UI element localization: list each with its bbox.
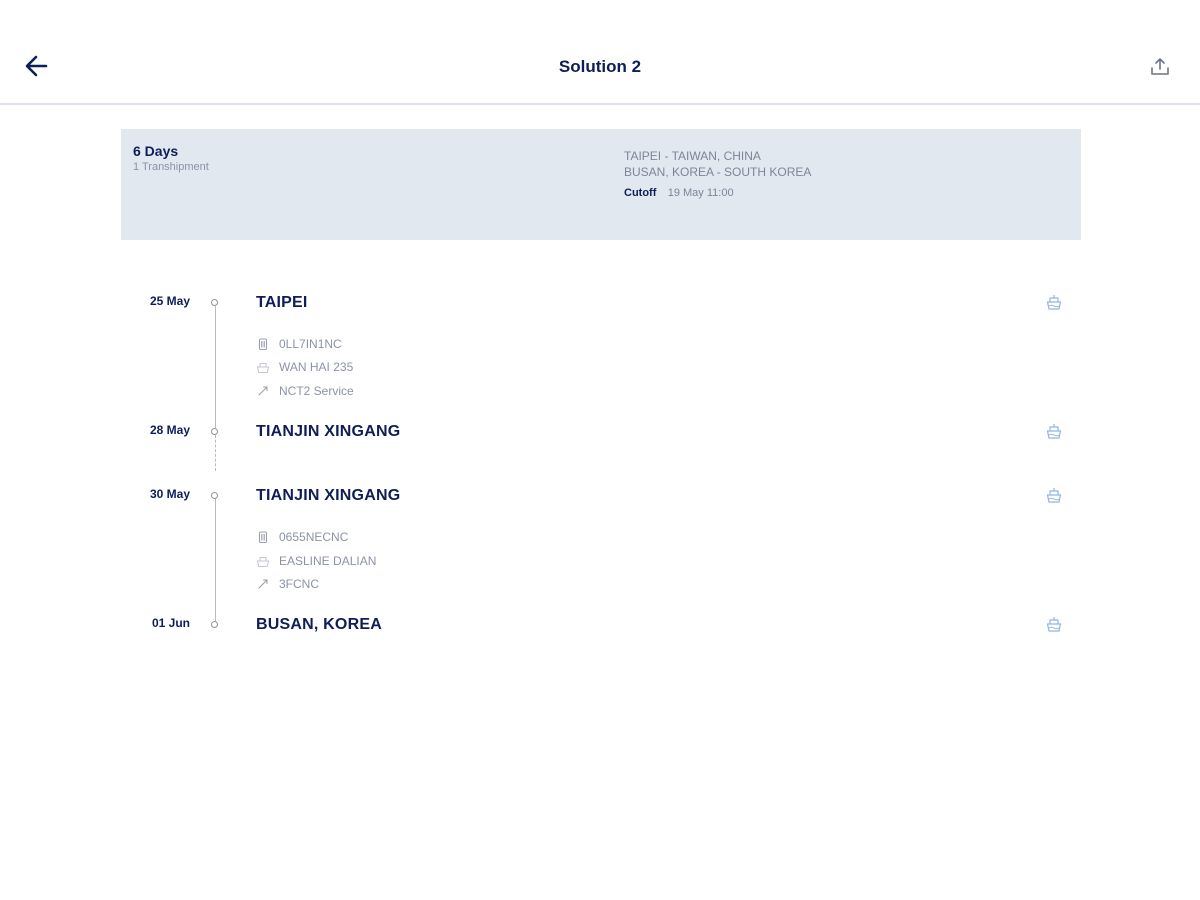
timeline-node: [211, 428, 218, 435]
cutoff-row: Cutoff 19 May 11:00: [624, 184, 811, 201]
share-button[interactable]: [1148, 55, 1172, 79]
container-icon: [258, 531, 268, 544]
ship-icon: [1046, 424, 1062, 439]
route-summary-card[interactable]: 6 Days 1 Transhipment TAIPEI - TAIWAN, C…: [121, 129, 1081, 240]
route-icon: [258, 386, 268, 396]
cutoff-value: 19 May 11:00: [667, 187, 734, 199]
vessel-name: WAN HAI 235: [279, 360, 354, 374]
timeline-transshipment-connector: [215, 435, 216, 471]
page-title: Solution 2: [558, 57, 642, 76]
app-header: Solution 2: [0, 0, 1200, 105]
stop-details-button[interactable]: [1045, 486, 1063, 504]
service-name: 3FCNC: [279, 577, 320, 591]
ship-icon: [256, 557, 270, 567]
stop-date: 01 Jun: [151, 616, 190, 630]
stop-port-name: TAIPEI: [256, 294, 308, 311]
vessel-detail: EASLINE DALIAN: [256, 553, 376, 569]
timeline-node: [211, 621, 218, 628]
service-detail: NCT2 Service: [256, 383, 354, 399]
stop-details-button[interactable]: [1045, 293, 1063, 311]
container-number: 0655NECNC: [279, 530, 349, 544]
ship-icon: [1046, 617, 1062, 632]
ship-icon: [1046, 295, 1062, 310]
container-number: 0LL7IN1NC: [279, 337, 342, 351]
stop-details-button[interactable]: [1045, 422, 1063, 440]
route-endpoints: TAIPEI - TAIWAN, CHINA BUSAN, KOREA - SO…: [624, 148, 811, 201]
container-detail: 0655NECNC: [256, 529, 348, 545]
timeline-node: [211, 299, 218, 306]
transit-duration: 6 Days: [133, 143, 179, 159]
origin-port: TAIPEI - TAIWAN, CHINA: [624, 149, 761, 163]
app-root: Solution 2 6 Days 1 Transhipment TAIPEI …: [0, 0, 1200, 900]
stop-port-name: TIANJIN XINGANG: [256, 423, 401, 440]
stop-date: 25 May: [149, 294, 190, 308]
stop-date: 28 May: [149, 423, 190, 437]
container-detail: 0LL7IN1NC: [256, 336, 342, 352]
stop-port-name: BUSAN, KOREA: [256, 616, 382, 633]
ship-icon: [256, 363, 270, 373]
service-name: NCT2 Service: [279, 384, 354, 398]
timeline-connector: [215, 499, 216, 621]
ship-icon: [1046, 488, 1062, 503]
container-icon: [258, 338, 268, 351]
stop-date: 30 May: [149, 487, 190, 501]
upload-share-icon: [1151, 58, 1169, 75]
cutoff-label: Cutoff: [624, 187, 657, 199]
timeline-connector: [215, 306, 216, 428]
timeline-node: [211, 492, 218, 499]
destination-port: BUSAN, KOREA - SOUTH KOREA: [624, 165, 812, 179]
route-icon: [258, 579, 268, 589]
service-detail: 3FCNC: [256, 576, 319, 592]
vessel-name: EASLINE DALIAN: [279, 554, 377, 568]
stop-details-button[interactable]: [1045, 615, 1063, 633]
transshipment-count: 1 Transhipment: [133, 161, 209, 173]
stop-port-name: TIANJIN XINGANG: [256, 487, 401, 504]
vessel-detail: WAN HAI 235: [256, 359, 353, 375]
